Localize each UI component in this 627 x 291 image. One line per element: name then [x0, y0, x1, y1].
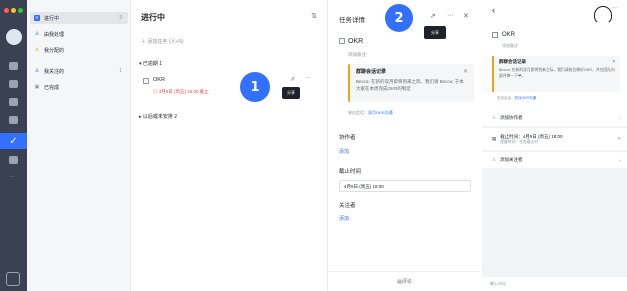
- close-icon[interactable]: ✕: [463, 68, 468, 75]
- more-icon[interactable]: ···: [612, 5, 618, 11]
- nav-item-following[interactable]: ♙ 我关注的 1: [30, 65, 128, 77]
- window-controls: [4, 8, 23, 13]
- add-note[interactable]: 添加备注: [502, 43, 518, 49]
- maximize-dot-icon[interactable]: [18, 8, 23, 13]
- detail-title: 任务详情: [339, 17, 365, 24]
- user-icon: ♙: [34, 31, 40, 37]
- avatar[interactable]: [6, 29, 22, 45]
- calendar-icon[interactable]: [9, 80, 18, 88]
- chevron-right-icon: ›: [619, 157, 622, 163]
- chevron-right-icon: ›: [619, 115, 622, 121]
- followers-label: 关注者: [339, 203, 356, 209]
- chat-record-title: 群聊会话记录: [499, 59, 526, 64]
- docs-icon[interactable]: [9, 98, 18, 106]
- source-link[interactable]: 双月OKR沟通: [515, 96, 537, 100]
- source-info: 来自会话：双月OKR沟通: [348, 110, 393, 115]
- page-title: 进行中: [141, 13, 165, 22]
- mobile-screen: ‹ ⇗ ··· OKR 添加备注 群聊会话记录 Becca: 在新的双月即将到来…: [482, 0, 627, 291]
- task-detail-panel: 任务详情 2 ⇗ ··· ✕ 分享 OKR 添加备注 群聊会话记录 Becca:…: [327, 0, 481, 291]
- comment-button[interactable]: ▤ 评论: [328, 271, 481, 291]
- back-icon[interactable]: ‹: [492, 5, 495, 15]
- source-info: 来自会话：双月OKR沟通: [497, 96, 537, 100]
- add-task-button[interactable]: ＋ 添加任务 (⌘+N): [141, 38, 184, 45]
- minimize-dot-icon[interactable]: [11, 8, 16, 13]
- share-tooltip: 分享: [424, 26, 446, 39]
- task-checkbox[interactable]: [492, 32, 498, 38]
- chat-record-card[interactable]: 群聊会话记录 Becca: 在新的双月即将到来之际，我们请各位做好OKR，并在团…: [492, 56, 620, 92]
- settings-icon[interactable]: [6, 272, 20, 286]
- collaborators-label: 协作者: [339, 135, 356, 141]
- task-name: OKR: [153, 77, 165, 83]
- task-list-panel: 进行中 ⇅ ＋ 添加任务 (⌘+N) ▾ 已逾期 1 OKR ▤ 4月9日 (周…: [131, 0, 327, 291]
- comment-input[interactable]: 输入评论: [482, 277, 627, 291]
- close-icon[interactable]: ✕: [463, 12, 469, 20]
- task-nav: ≡ 进行中 3 ♙ 由我处理 ♙ 我分配的 ♙ 我关注的 1 ▣ 已完成: [27, 0, 131, 291]
- user-icon: ♙: [492, 157, 497, 162]
- close-icon[interactable]: ✕: [612, 59, 616, 65]
- app-rail: ✓ ···: [0, 0, 27, 291]
- nav-item-done[interactable]: ▣ 已完成: [30, 81, 128, 93]
- chat-icon[interactable]: [9, 62, 18, 70]
- list-icon: ≡: [34, 15, 40, 21]
- task-due: ▤ 4月9日 (周五) 18:00 截止: [153, 89, 209, 94]
- step-badge-1: 1: [240, 72, 270, 102]
- more-icon[interactable]: ···: [305, 75, 311, 81]
- video-icon[interactable]: [9, 156, 18, 164]
- share-tooltip: 分享: [282, 87, 300, 99]
- chat-record-body: Becca: 在新的双月即将到来之际，我们请各位做好OKR，并在团队内部评审一下…: [499, 68, 615, 78]
- more-icon[interactable]: ···: [447, 12, 454, 19]
- source-link[interactable]: 双月OKR沟通: [368, 110, 393, 115]
- close-icon[interactable]: ✕: [617, 136, 621, 142]
- task-checkbox[interactable]: [339, 38, 345, 44]
- due-label: 截止时间: [339, 169, 362, 175]
- due-date-field[interactable]: 4月9日 (周五) 18:00: [339, 180, 471, 192]
- add-note[interactable]: 添加备注: [348, 52, 366, 58]
- more-icon[interactable]: ···: [9, 174, 18, 180]
- share-icon[interactable]: ⇗: [290, 76, 295, 83]
- assign-icon: ♙: [34, 47, 40, 53]
- nav-item-assigned[interactable]: ♙ 我分配的: [30, 44, 128, 56]
- add-follower-row[interactable]: ♙ 添加关注者 ›: [482, 152, 627, 168]
- task-name[interactable]: OKR: [502, 32, 515, 38]
- step-badge-2: 2: [385, 4, 413, 32]
- chat-record-title: 群聊会话记录: [356, 69, 387, 75]
- add-collaborator-row[interactable]: ♙ 添加协作者 ›: [482, 110, 627, 126]
- desktop-window: ✓ ··· ≡ 进行中 3 ♙ 由我处理 ♙ 我分配的 ♙ 我关注的 1 ▣ 已…: [0, 0, 481, 291]
- chat-record-card[interactable]: 群聊会话记录 Becca: 在新的双月即将到来之际，我们请 Becca: 于本大…: [348, 64, 474, 102]
- nav-item-in-progress[interactable]: ≡ 进行中 3: [30, 12, 128, 24]
- add-collaborator-button[interactable]: 添加: [339, 148, 349, 155]
- tasks-icon[interactable]: ✓: [0, 133, 27, 149]
- calendar-icon: ▤: [492, 136, 497, 141]
- section-later[interactable]: ▸ 以后或未安排 2: [139, 113, 177, 120]
- sort-icon[interactable]: ⇅: [311, 12, 317, 20]
- share-icon[interactable]: ⇗: [430, 12, 436, 20]
- add-follower-button[interactable]: 添加: [339, 215, 349, 222]
- follow-icon: ♙: [34, 68, 40, 74]
- mobile-header: ‹ ⇗ ···: [482, 0, 627, 24]
- nav-item-mine[interactable]: ♙ 由我处理: [30, 28, 128, 40]
- chat-record-body: Becca: 在新的双月即将到来之际，我们请 Becca: 于本大家在本周完成O…: [356, 79, 464, 91]
- apps-icon[interactable]: [9, 116, 18, 124]
- close-dot-icon[interactable]: [4, 8, 9, 13]
- task-name[interactable]: OKR: [348, 38, 363, 45]
- due-row[interactable]: ▤ 截止时间：4月9日 (周五) 18:00 提醒时间：任务截止时 ✕: [482, 128, 627, 150]
- mobile-task-card: OKR 添加备注 群聊会话记录 Becca: 在新的双月即将到来之际，我们请各位…: [482, 22, 627, 114]
- task-checkbox[interactable]: [143, 78, 149, 84]
- section-overdue[interactable]: ▾ 已逾期 1: [139, 60, 162, 67]
- done-icon: ▣: [34, 84, 40, 90]
- user-icon: ♙: [492, 115, 497, 120]
